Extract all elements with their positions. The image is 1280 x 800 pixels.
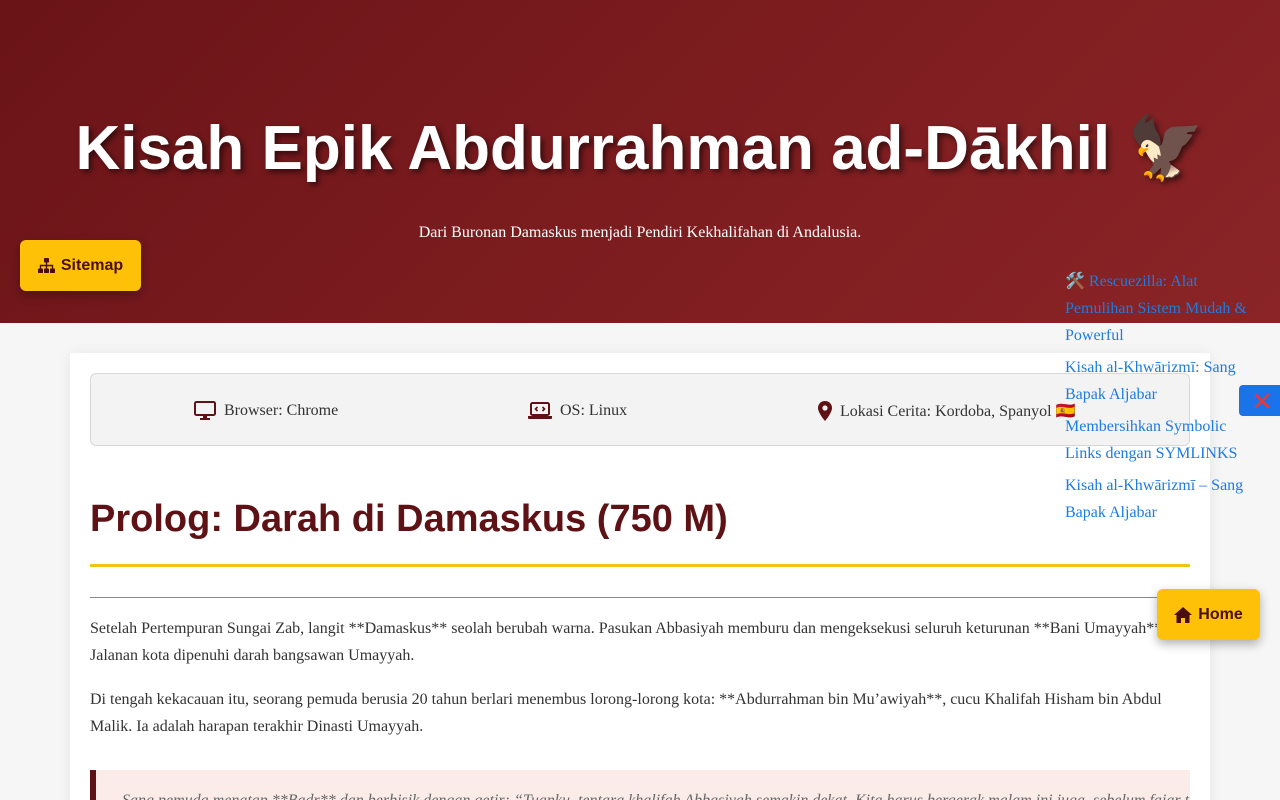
related-links: 🛠️ Rescuezilla: Alat Pemulihan Sistem Mu… bbox=[1065, 268, 1265, 531]
home-button[interactable]: Home bbox=[1157, 589, 1260, 640]
info-location: Lokasi Cerita: Kordoba, Spanyol 🇪🇸 bbox=[818, 374, 1075, 447]
related-link-rescuezilla[interactable]: 🛠️ Rescuezilla: Alat Pemulihan Sistem Mu… bbox=[1065, 268, 1265, 349]
home-label: Home bbox=[1198, 605, 1243, 623]
section-heading: Prolog: Darah di Damaskus (750 M) bbox=[90, 498, 728, 540]
sitemap-button[interactable]: Sitemap bbox=[20, 240, 141, 291]
heading-underline bbox=[90, 564, 1190, 567]
related-link-symlinks[interactable]: Membersihkan Symbolic Links dengan SYMLI… bbox=[1065, 413, 1265, 467]
paragraph-1: Setelah Pertempuran Sungai Zab, langit *… bbox=[90, 620, 1167, 664]
info-browser: Browser: Chrome bbox=[194, 374, 338, 447]
browser-text: Browser: Chrome bbox=[224, 401, 339, 419]
monitor-icon bbox=[194, 401, 216, 420]
os-text: OS: Linux bbox=[560, 401, 628, 419]
page-title: Kisah Epik Abdurrahman ad-Dākhil 🦅 bbox=[75, 114, 1205, 183]
page-subtitle: Dari Buronan Damaskus menjadi Pendiri Ke… bbox=[418, 224, 862, 241]
laptop-code-icon bbox=[528, 401, 552, 419]
sitemap-icon bbox=[37, 258, 55, 273]
info-bar: Browser: Chrome OS: Linux Lokasi Cerita:… bbox=[90, 373, 1190, 446]
location-text: Lokasi Cerita: Kordoba, Spanyol 🇪🇸 bbox=[840, 402, 1076, 420]
blockquote: Sang pemuda menatap **Badr** dan berbisi… bbox=[90, 770, 1190, 800]
close-button[interactable] bbox=[1239, 385, 1280, 416]
sitemap-label: Sitemap bbox=[60, 256, 124, 274]
paragraph-2: Di tengah kekacauan itu, seorang pemuda … bbox=[90, 691, 1162, 735]
map-pin-icon bbox=[818, 400, 832, 421]
related-link-khwarizmi-2[interactable]: Kisah al-Khwārizmī – Sang Bapak Aljabar bbox=[1065, 472, 1265, 526]
divider bbox=[90, 597, 1190, 598]
home-icon bbox=[1174, 606, 1193, 623]
close-icon bbox=[1254, 393, 1269, 408]
related-link-khwarizmi[interactable]: Kisah al-Khwārizmī: Sang Bapak Aljabar bbox=[1065, 354, 1265, 408]
info-os: OS: Linux bbox=[528, 374, 627, 447]
